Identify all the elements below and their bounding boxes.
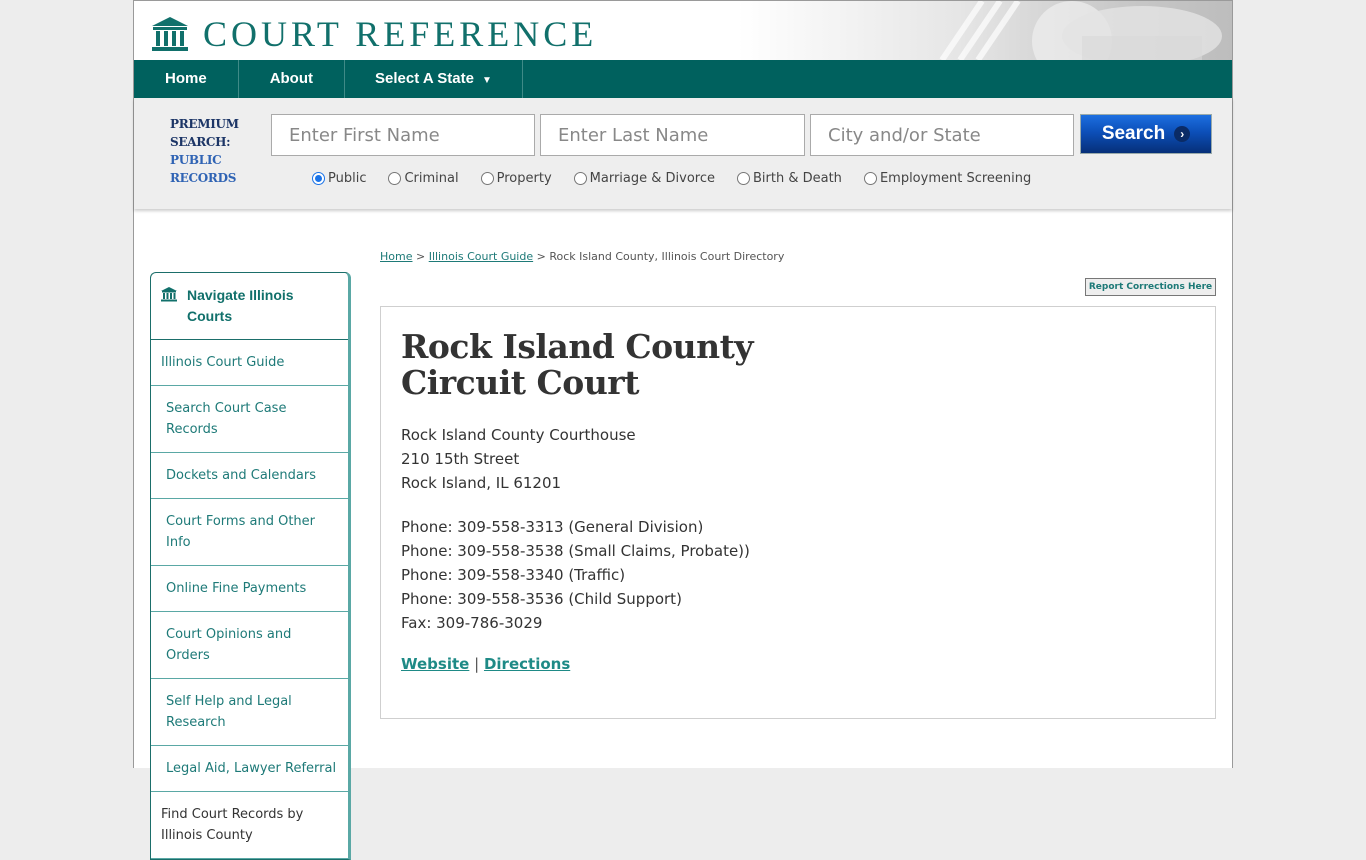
premium-label-line: PUBLIC — [170, 153, 222, 167]
radio-property[interactable]: Property — [480, 171, 552, 186]
sidebar-item-illinois-court-guide[interactable]: Illinois Court Guide — [151, 340, 348, 386]
address-line: Rock Island, IL 61201 — [401, 474, 562, 492]
radio-button[interactable] — [480, 172, 494, 185]
court-title-line: Circuit Court — [401, 363, 639, 402]
last-name-input[interactable] — [540, 114, 805, 156]
phone-line: Phone: 309-558-3538 (Small Claims, Proba… — [401, 542, 750, 560]
sidebar-item-legal-aid[interactable]: Legal Aid, Lawyer Referral — [151, 746, 348, 792]
courthouse-icon — [161, 287, 177, 302]
radio-birth-death[interactable]: Birth & Death — [737, 171, 842, 186]
breadcrumb-home[interactable]: Home — [380, 250, 412, 263]
sidebar-title: Navigate Illinois Courts — [187, 287, 294, 324]
caret-down-icon: ▼ — [481, 75, 492, 86]
phone-line: Phone: 309-558-3313 (General Division) — [401, 518, 704, 536]
radio-marriage-divorce[interactable]: Marriage & Divorce — [573, 171, 715, 186]
court-title: Rock Island County Circuit Court — [401, 327, 754, 402]
search-button-label: Search — [1101, 123, 1166, 144]
site-title: COURT REFERENCE — [203, 14, 598, 54]
premium-label-line: RECORDS — [170, 171, 237, 185]
search-button[interactable]: Search › — [1080, 114, 1212, 154]
breadcrumb-illinois-court-guide[interactable]: Illinois Court Guide — [429, 250, 533, 263]
sidebar-item-dockets-calendars[interactable]: Dockets and Calendars — [151, 453, 348, 499]
city-state-input[interactable] — [810, 114, 1074, 156]
sidebar-item-find-records-by-county[interactable]: Find Court Records by Illinois County — [151, 792, 348, 859]
radio-employment-screening[interactable]: Employment Screening — [863, 171, 1032, 186]
sidebar-item-court-forms[interactable]: Court Forms and Other Info — [151, 499, 348, 566]
first-name-input[interactable] — [271, 114, 535, 156]
radio-label: Marriage & Divorce — [589, 171, 715, 186]
directions-link[interactable]: Directions — [484, 655, 570, 673]
radio-button[interactable] — [737, 172, 750, 185]
court-info-card: Rock Island County Circuit Court Rock Is… — [380, 306, 1216, 719]
radio-criminal[interactable]: Criminal — [388, 171, 459, 186]
premium-label-line: PREMIUM — [170, 117, 239, 131]
court-title-line: Rock Island County — [401, 327, 754, 366]
court-address: Rock Island County Courthouse 210 15th S… — [401, 423, 636, 495]
link-separator: | — [474, 655, 480, 673]
breadcrumb-separator: > — [536, 250, 546, 263]
nav-about[interactable]: About — [239, 60, 346, 98]
address-line: Rock Island County Courthouse — [401, 426, 636, 444]
record-type-radios: Public Criminal Property Marriage & Divo… — [312, 171, 1053, 186]
page-frame: COURT REFERENCE Home About Select A Stat… — [133, 0, 1233, 860]
fax-line: Fax: 309-786-3029 — [401, 614, 543, 632]
nav-select-state[interactable]: Select A State ▼ — [345, 60, 523, 98]
main-nav: Home About Select A State ▼ — [134, 60, 1232, 98]
radio-label: Property — [496, 171, 552, 186]
sidebar-item-search-court-case-records[interactable]: Search Court Case Records — [151, 386, 348, 453]
radio-label: Employment Screening — [879, 171, 1032, 186]
premium-search-bar: PREMIUM SEARCH: PUBLIC RECORDS Search › … — [134, 98, 1232, 209]
site-header: COURT REFERENCE — [134, 1, 1232, 60]
radio-label: Criminal — [404, 171, 459, 186]
court-contacts: Phone: 309-558-3313 (General Division) P… — [401, 515, 750, 635]
radio-button-checked[interactable] — [312, 172, 325, 185]
courthouse-icon — [152, 17, 188, 51]
radio-label: Birth & Death — [753, 171, 842, 186]
website-link[interactable]: Website — [401, 655, 469, 673]
column-capital-graphic — [939, 1, 1222, 60]
breadcrumb-separator: > — [415, 250, 426, 263]
breadcrumb: Home > Illinois Court Guide > Rock Islan… — [380, 250, 784, 263]
site-logo[interactable]: COURT REFERENCE — [150, 15, 597, 53]
premium-label-line: SEARCH: — [170, 135, 231, 149]
sidebar-item-court-opinions[interactable]: Court Opinions and Orders — [151, 612, 348, 679]
phone-line: Phone: 309-558-3536 (Child Support) — [401, 590, 682, 608]
sidebar-item-self-help[interactable]: Self Help and Legal Research — [151, 679, 348, 746]
breadcrumb-current: Rock Island County, Illinois Court Direc… — [549, 250, 785, 263]
radio-button[interactable] — [388, 172, 402, 185]
phone-line: Phone: 309-558-3340 (Traffic) — [401, 566, 626, 584]
premium-search-label: PREMIUM SEARCH: PUBLIC RECORDS — [170, 115, 239, 187]
nav-home[interactable]: Home — [134, 60, 239, 98]
radio-button[interactable] — [573, 172, 587, 185]
court-links: Website | Directions — [401, 655, 570, 673]
sidebar-item-online-fine-payments[interactable]: Online Fine Payments — [151, 566, 348, 612]
chevron-right-icon: › — [1174, 126, 1191, 142]
radio-label: Public — [328, 171, 367, 186]
radio-button[interactable] — [863, 172, 877, 185]
sidebar-navigate-courts: Navigate Illinois Courts Illinois Court … — [150, 272, 351, 860]
nav-select-state-label: Select A State — [375, 70, 474, 87]
address-line: 210 15th Street — [401, 450, 520, 468]
radio-public[interactable]: Public — [312, 171, 366, 186]
report-corrections-button[interactable]: Report Corrections Here — [1085, 278, 1216, 296]
sidebar-header: Navigate Illinois Courts — [151, 273, 348, 340]
